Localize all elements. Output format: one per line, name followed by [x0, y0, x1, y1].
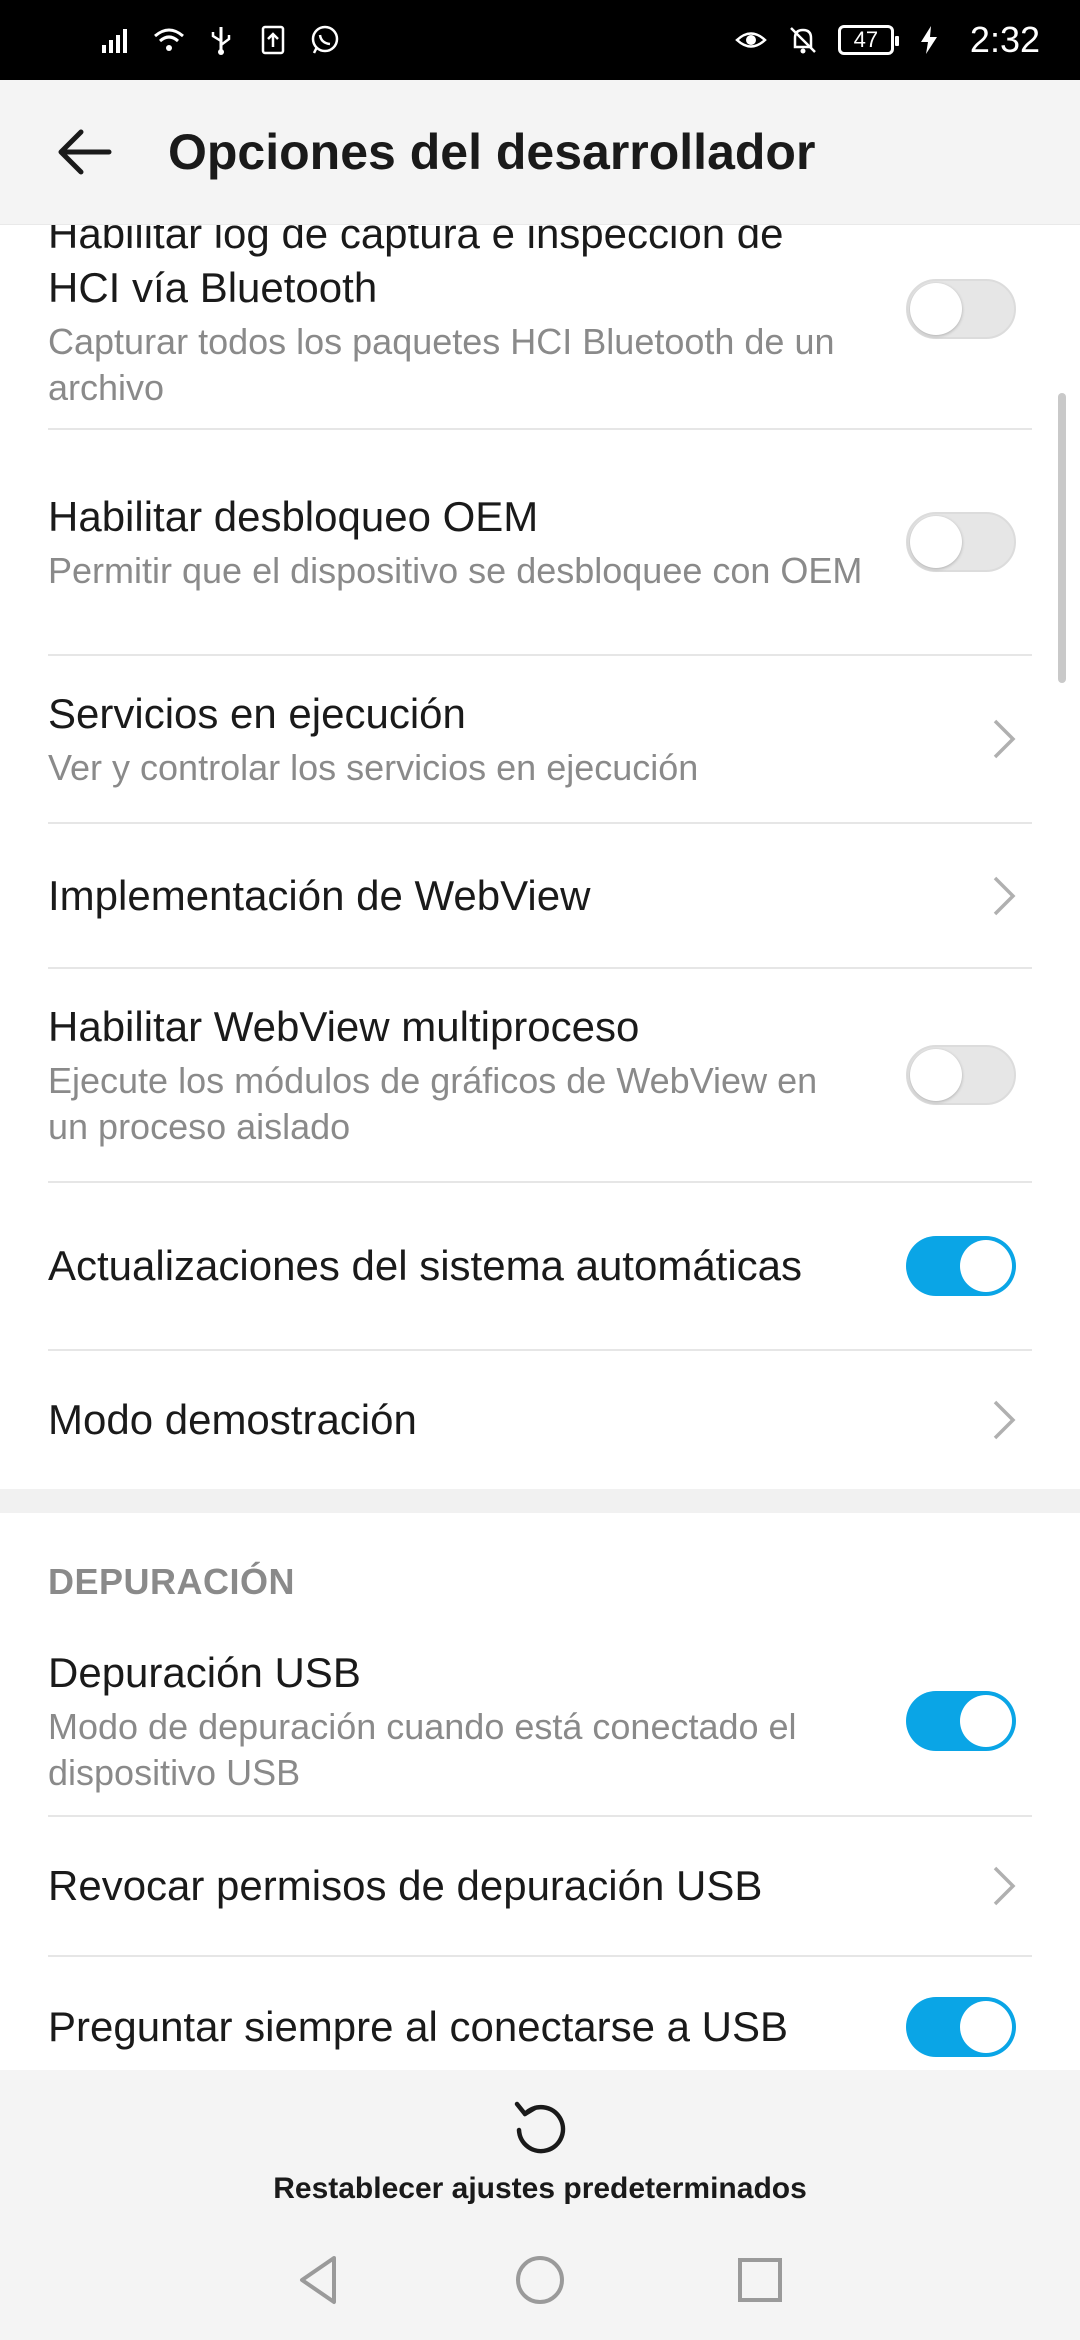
triangle-back-icon — [300, 2256, 336, 2304]
chevron-right-icon — [980, 872, 1028, 920]
section-header-debugging: DEPURACIÓN — [48, 1561, 296, 1602]
setting-subtitle: Modo de depuración cuando está conectado… — [48, 1706, 797, 1793]
status-bar: 47 2:32 — [0, 0, 1080, 80]
setting-auto-system-updates[interactable]: Actualizaciones del sistema automáticas — [48, 1183, 1032, 1351]
battery-level: 47 — [853, 27, 879, 52]
setting-demo-mode[interactable]: Modo demostración — [48, 1351, 1032, 1489]
setting-running-services[interactable]: Servicios en ejecución Ver y controlar l… — [48, 656, 1032, 824]
setting-subtitle: Capturar todos los paquetes HCI Bluetoot… — [48, 321, 835, 408]
setting-oem-unlock[interactable]: Habilitar desbloqueo OEM Permitir que el… — [48, 430, 1032, 656]
auto-system-updates-toggle[interactable] — [906, 1236, 1016, 1296]
whatsapp-icon — [308, 23, 342, 57]
setting-webview-multiprocess[interactable]: Habilitar WebView multiproceso Ejecute l… — [48, 969, 1032, 1183]
section-divider — [0, 1489, 1080, 1513]
nav-home-button[interactable] — [505, 2245, 575, 2315]
reset-icon[interactable] — [505, 2092, 575, 2162]
scrollbar[interactable] — [1058, 393, 1066, 683]
setting-title: Habilitar WebView multiproceso — [48, 1003, 640, 1050]
reset-panel[interactable]: Restablecer ajustes predeterminados — [0, 2070, 1080, 2220]
setting-title: Depuración USB — [48, 1649, 361, 1696]
chevron-right-icon — [980, 1862, 1028, 1910]
nav-recents-button[interactable] — [725, 2245, 795, 2315]
oem-unlock-toggle[interactable] — [906, 512, 1016, 572]
setting-title: Implementación de WebView — [48, 871, 591, 919]
navigation-bar — [0, 2220, 1080, 2340]
wifi-icon — [152, 23, 186, 57]
back-button[interactable] — [30, 97, 140, 207]
clock: 2:32 — [969, 19, 1040, 60]
ask-usb-connect-toggle[interactable] — [906, 1997, 1016, 2057]
hci-bluetooth-log-toggle[interactable] — [906, 279, 1016, 339]
reset-defaults-button[interactable]: Restablecer ajustes predeterminados — [273, 2172, 807, 2206]
signal-icon — [100, 23, 134, 57]
webview-multiprocess-toggle[interactable] — [906, 1045, 1016, 1105]
setting-title: Actualizaciones del sistema automáticas — [48, 1242, 803, 1289]
app-bar: Opciones del desarrollador — [0, 80, 1080, 225]
square-recents-icon — [738, 2258, 782, 2302]
upload-icon — [256, 23, 290, 57]
chevron-right-icon — [980, 715, 1028, 763]
setting-subtitle: Ejecute los módulos de gráficos de WebVi… — [48, 1060, 818, 1147]
setting-title: Habilitar desbloqueo OEM — [48, 493, 539, 540]
setting-webview-implementation[interactable]: Implementación de WebView — [48, 824, 1032, 969]
setting-revoke-usb-permissions[interactable]: Revocar permisos de depuración USB — [48, 1817, 1032, 1957]
mute-bell-icon — [786, 23, 820, 57]
circle-home-icon — [516, 2256, 564, 2304]
setting-title: Modo demostración — [48, 1396, 417, 1443]
setting-title: Servicios en ejecución — [48, 690, 466, 737]
eye-comfort-icon — [734, 23, 768, 57]
usb-debugging-toggle[interactable] — [906, 1691, 1016, 1751]
battery-icon: 47 — [837, 25, 899, 55]
setting-title: Preguntar siempre al conectarse a USB — [48, 2003, 789, 2050]
setting-title: Habilitar log de captura e inspección de… — [48, 225, 784, 311]
charging-icon — [912, 23, 946, 57]
setting-ask-usb-connect[interactable]: Preguntar siempre al conectarse a USB — [48, 1957, 1032, 2070]
setting-usb-debugging[interactable]: Depuración USB Modo de depuración cuando… — [48, 1627, 1032, 1817]
setting-hci-bluetooth-log[interactable]: Habilitar log de captura e inspección de… — [48, 225, 1032, 430]
setting-subtitle: Ver y controlar los servicios en ejecuci… — [48, 747, 699, 788]
setting-title: Revocar permisos de depuración USB — [48, 1862, 763, 1909]
setting-subtitle: Permitir que el dispositivo se desbloque… — [48, 550, 863, 591]
nav-back-button[interactable] — [285, 2245, 355, 2315]
usb-icon — [204, 23, 238, 57]
page-title: Opciones del desarrollador — [168, 124, 816, 180]
chevron-right-icon — [980, 1396, 1028, 1444]
settings-list[interactable]: Habilitar log de captura e inspección de… — [0, 225, 1080, 2070]
arrow-left-icon — [58, 129, 112, 175]
